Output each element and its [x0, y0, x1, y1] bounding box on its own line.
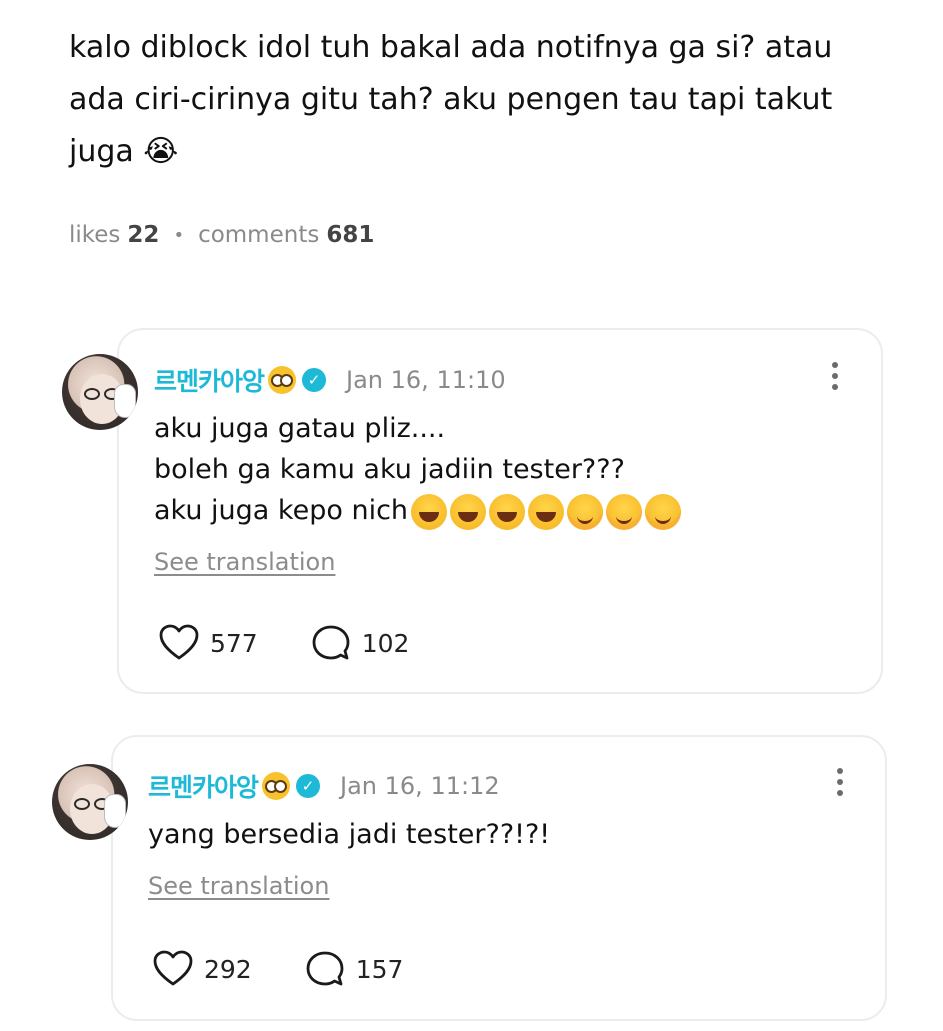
- comment-actions: 292 157: [152, 949, 455, 989]
- verified-badge-icon: ✓: [296, 774, 321, 798]
- comment-line: aku juga kepo nich: [154, 495, 409, 526]
- laughing-emoji-icon: [528, 493, 565, 530]
- comment-bubble-icon[interactable]: [304, 949, 346, 989]
- comment-text: aku juga gatau pliz.... boleh ga kamu aku…: [154, 408, 854, 531]
- avatar-glasses: [74, 798, 90, 810]
- more-options-icon[interactable]: [830, 362, 840, 394]
- emoji-row: [408, 493, 682, 530]
- laughing-emoji-icon: [450, 493, 487, 530]
- avatar[interactable]: [62, 354, 138, 430]
- avatar[interactable]: [52, 764, 128, 840]
- heart-icon[interactable]: [158, 623, 200, 663]
- post-stats: likes 22 • comments 681: [69, 222, 374, 248]
- reply-count: 102: [361, 628, 410, 658]
- likes-label: likes: [69, 222, 121, 248]
- like-count: 292: [204, 954, 252, 984]
- more-options-icon[interactable]: [835, 768, 845, 800]
- comment-actions: 577 102: [158, 623, 461, 663]
- nerd-face-icon: [262, 772, 291, 800]
- smiling-emoji-icon: [567, 493, 604, 530]
- post-body-text: kalo diblock idol tuh bakal ada notifnya…: [69, 30, 833, 169]
- laughing-emoji-icon: [489, 493, 526, 530]
- comment-bubble-icon[interactable]: [310, 623, 352, 663]
- comment-timestamp: Jan 16, 11:10: [346, 366, 506, 394]
- smiling-emoji-icon: [606, 493, 643, 530]
- laughing-emoji-icon: [411, 493, 448, 530]
- comments-count: 681: [326, 222, 375, 248]
- comment-header: 르멘카아앙 ✓ Jan 16, 11:10: [154, 362, 506, 398]
- verified-badge-icon: ✓: [302, 368, 327, 392]
- comments-label: comments: [198, 222, 320, 248]
- comment-text: yang bersedia jadi tester??!?!: [148, 819, 551, 850]
- comment-timestamp: Jan 16, 11:12: [340, 772, 500, 800]
- heart-icon[interactable]: [152, 949, 194, 989]
- see-translation-link[interactable]: See translation: [148, 872, 329, 900]
- smiling-emoji-icon: [645, 493, 682, 530]
- stats-separator: •: [173, 224, 185, 246]
- see-translation-link[interactable]: See translation: [154, 548, 335, 576]
- comment-header: 르멘카아앙 ✓ Jan 16, 11:12: [148, 768, 500, 804]
- avatar-mask: [104, 794, 126, 828]
- avatar-mask: [114, 384, 136, 418]
- comment-username[interactable]: 르멘카아앙: [148, 768, 259, 804]
- comment-line: aku juga gatau pliz....: [154, 413, 446, 444]
- like-count: 577: [210, 628, 258, 658]
- comment-line-with-emoji: aku juga kepo nich: [154, 490, 854, 531]
- comment-username[interactable]: 르멘카아앙: [154, 362, 265, 398]
- nerd-face-icon: [268, 366, 297, 394]
- likes-count: 22: [127, 222, 160, 248]
- comment-line: boleh ga kamu aku jadiin tester???: [154, 454, 625, 485]
- reply-count: 157: [355, 954, 404, 984]
- avatar-glasses: [84, 388, 100, 400]
